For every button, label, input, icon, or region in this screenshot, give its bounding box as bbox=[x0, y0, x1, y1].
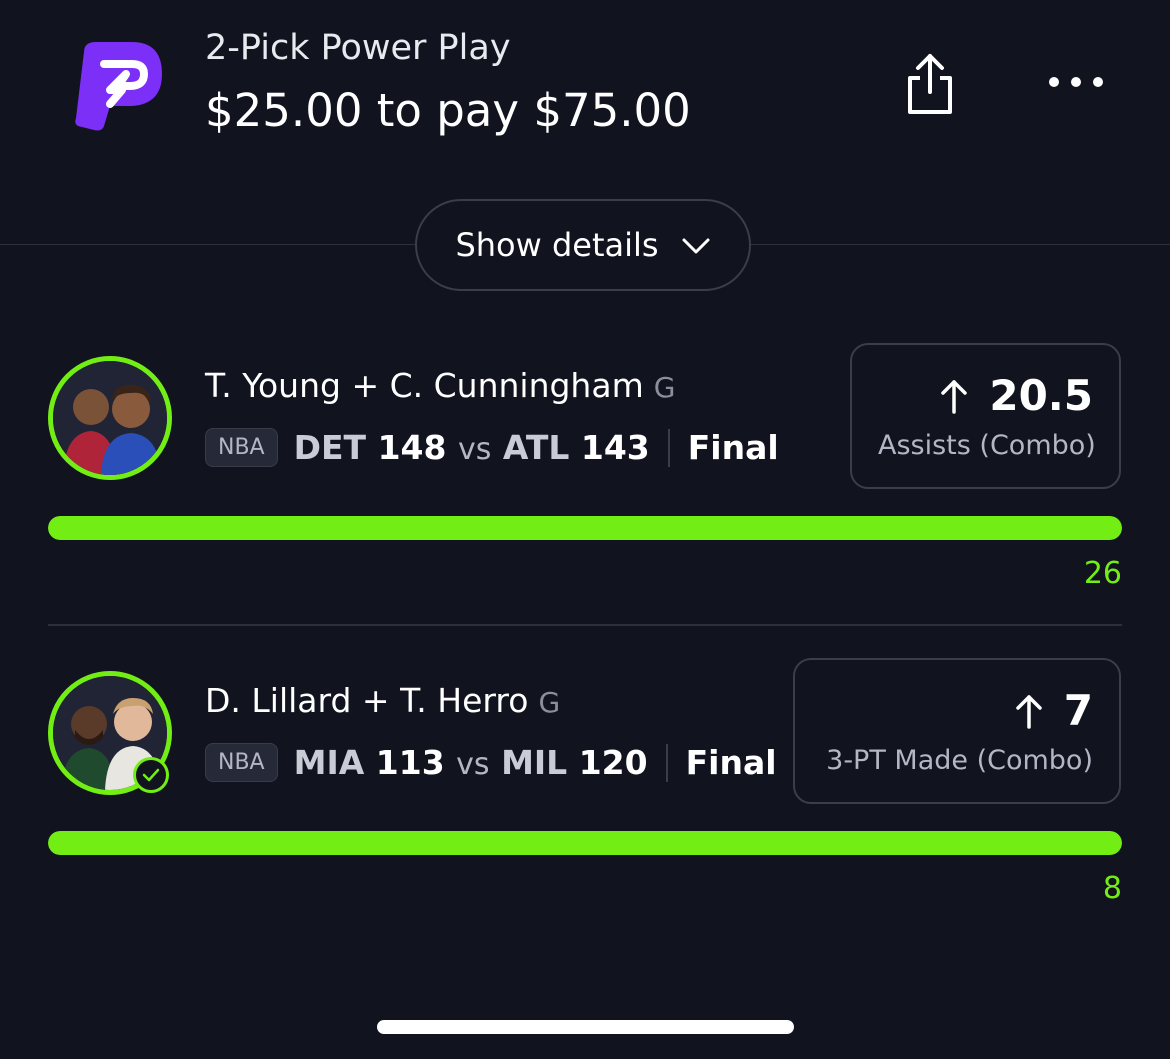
more-dots-icon[interactable] bbox=[1040, 62, 1112, 102]
projection-box: 20.5 Assists (Combo) bbox=[850, 343, 1121, 489]
entry-screen: 2-Pick Power Play $25.00 to pay $75.00 S… bbox=[0, 0, 1170, 1059]
projection-box: 7 3-PT Made (Combo) bbox=[793, 658, 1121, 804]
team-1-score: 148 bbox=[377, 428, 447, 467]
entry-title: 2-Pick Power Play bbox=[205, 28, 511, 68]
meta-separator bbox=[667, 428, 670, 467]
player-names-text: D. Lillard + T. Herro bbox=[205, 681, 529, 720]
vs-label: vs bbox=[456, 747, 490, 782]
progress-bar bbox=[48, 516, 1122, 540]
chevron-down-icon bbox=[682, 238, 710, 254]
meta-separator bbox=[665, 743, 668, 782]
team-1: DET bbox=[293, 428, 367, 467]
team-1: MIA bbox=[293, 743, 365, 782]
team-2: MIL bbox=[501, 743, 568, 782]
actual-result: 8 bbox=[1102, 871, 1122, 906]
player-names: T. Young + C. Cunningham G bbox=[205, 366, 675, 405]
player-avatar bbox=[48, 356, 172, 480]
arrow-up-icon bbox=[1016, 694, 1042, 729]
league-badge: NBA bbox=[205, 743, 278, 782]
player-names: D. Lillard + T. Herro G bbox=[205, 681, 560, 720]
projection-line: 20.5 bbox=[989, 371, 1093, 420]
team-2: ATL bbox=[502, 428, 570, 467]
game-score: MIA 113 vs MIL 120 bbox=[294, 743, 648, 782]
progress-fill bbox=[48, 516, 1122, 540]
show-details-label: Show details bbox=[455, 226, 659, 264]
entry-payout: $25.00 to pay $75.00 bbox=[205, 84, 691, 137]
player-names-text: T. Young + C. Cunningham bbox=[205, 366, 644, 405]
game-status: Final bbox=[687, 428, 779, 467]
game-status: Final bbox=[685, 743, 777, 782]
team-2-score: 143 bbox=[580, 428, 650, 467]
vs-label: vs bbox=[457, 432, 492, 467]
actual-result: 26 bbox=[1083, 556, 1122, 591]
progress-bar bbox=[48, 831, 1122, 855]
projection-line: 7 bbox=[1063, 686, 1093, 735]
position-label: G bbox=[653, 371, 676, 404]
share-icon[interactable] bbox=[900, 48, 960, 118]
show-details-button[interactable]: Show details bbox=[415, 199, 751, 291]
game-info: NBA MIA 113 vs MIL 120 Final bbox=[205, 743, 777, 782]
check-icon bbox=[133, 757, 169, 793]
prizepicks-logo-icon bbox=[75, 42, 162, 131]
league-badge: NBA bbox=[205, 428, 278, 467]
progress-fill bbox=[48, 831, 1122, 855]
stat-type: Assists (Combo) bbox=[878, 430, 1096, 461]
home-indicator[interactable] bbox=[377, 1020, 794, 1034]
stat-type: 3-PT Made (Combo) bbox=[826, 745, 1093, 776]
team-1-score: 113 bbox=[375, 743, 445, 782]
pick-divider bbox=[48, 624, 1122, 626]
position-label: G bbox=[538, 686, 561, 719]
game-score: DET 148 vs ATL 143 bbox=[294, 428, 650, 467]
game-info: NBA DET 148 vs ATL 143 Final bbox=[205, 428, 779, 467]
arrow-up-icon bbox=[941, 379, 968, 414]
team-2-score: 120 bbox=[578, 743, 648, 782]
